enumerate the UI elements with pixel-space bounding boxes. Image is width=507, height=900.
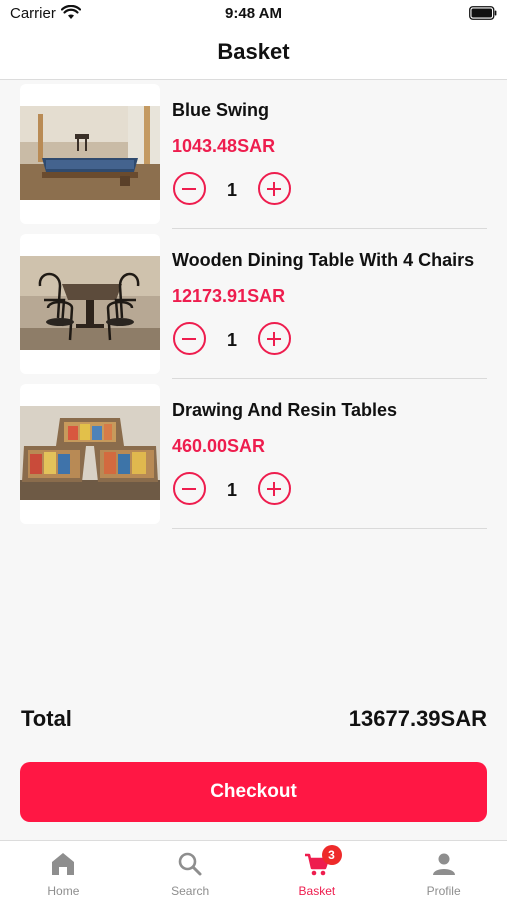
item-quantity: 1 [226,330,237,350]
tab-label: Profile [426,884,461,898]
decrease-quantity-button[interactable] [173,472,206,505]
total-label: Total [21,706,72,731]
page-title: Basket [217,39,290,64]
tab-home[interactable]: Home [0,841,127,900]
cart-item: Blue Swing 1043.48SAR 1 [0,84,507,234]
increase-quantity-button[interactable] [258,172,291,205]
item-price: 460.00SAR [172,436,266,456]
item-divider [172,378,487,379]
product-image [20,406,160,500]
item-name: Wooden Dining Table With 4 Chairs [172,250,475,270]
decrease-quantity-button[interactable] [173,172,206,205]
item-divider [172,528,487,529]
status-time: 9:48 AM [225,5,282,22]
tab-search[interactable]: Search [127,841,254,900]
tab-profile[interactable]: Profile [380,841,507,900]
item-name: Drawing And Resin Tables [172,400,398,420]
product-thumbnail[interactable] [20,84,160,224]
cart-item: Drawing And Resin Tables 460.00SAR 1 [0,384,507,534]
tab-label: Home [47,884,80,898]
checkout-button[interactable]: Checkout [20,762,487,822]
tab-bar: Home Search 3 Basket Profile [0,840,507,900]
item-price: 12173.91SAR [172,286,286,306]
battery-icon [469,6,497,20]
item-divider [172,228,487,229]
product-thumbnail[interactable] [20,384,160,524]
nav-header: Basket [0,30,507,80]
tab-label: Search [171,884,210,898]
increase-quantity-button[interactable] [258,322,291,355]
home-icon [52,853,75,875]
minus-icon [182,337,196,340]
increase-quantity-button[interactable] [258,472,291,505]
decrease-quantity-button[interactable] [173,322,206,355]
item-quantity: 1 [226,180,237,200]
tab-label: Basket [298,884,336,898]
item-name: Blue Swing [172,100,270,120]
product-image [20,106,160,200]
product-image [20,256,160,350]
item-quantity: 1 [226,480,237,500]
total-value: 13677.39SAR [348,706,487,731]
cart-badge: 3 [321,845,342,865]
search-icon [178,852,202,876]
cart-item: Wooden Dining Table With 4 Chairs 12173.… [0,234,507,384]
minus-icon [182,487,196,490]
tab-basket[interactable]: 3 Basket [254,841,381,900]
person-icon [432,853,455,875]
cart-list: Blue Swing 1043.48SAR 1 Wooden Dining Ta… [0,84,507,534]
status-bar: Carrier 9:48 AM [0,0,507,30]
product-thumbnail[interactable] [20,234,160,374]
minus-icon [182,187,196,190]
item-price: 1043.48SAR [172,136,276,156]
